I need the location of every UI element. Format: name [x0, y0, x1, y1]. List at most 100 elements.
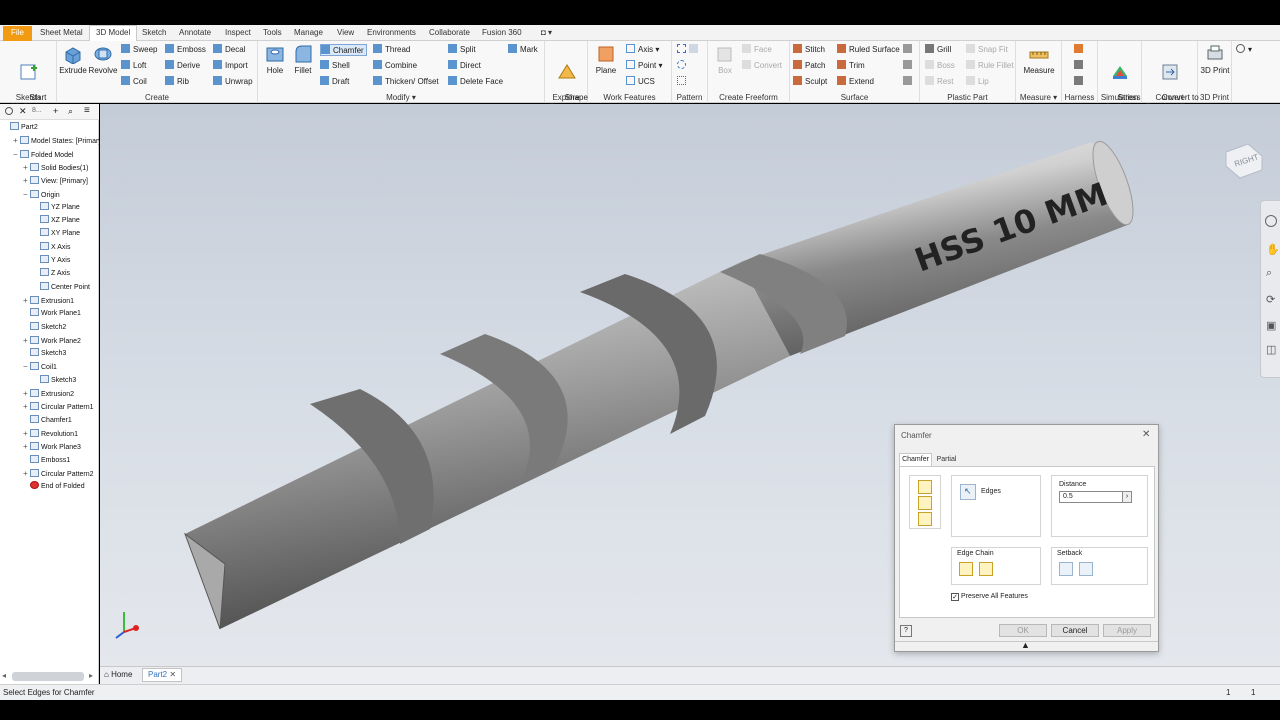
- delete-face-button[interactable]: Delete Face: [448, 76, 503, 88]
- expand-toggle-icon[interactable]: +: [23, 295, 30, 307]
- tab-inspect[interactable]: Inspect: [219, 26, 257, 41]
- preserve-all-features-checkbox[interactable]: ✓: [951, 593, 959, 601]
- expand-toggle-icon[interactable]: +: [23, 388, 30, 400]
- surface-extra-3[interactable]: [903, 76, 915, 88]
- thread-button[interactable]: Thread: [373, 44, 410, 56]
- browser-node[interactable]: + View: [Primary]: [23, 175, 88, 187]
- browser-close-icon[interactable]: ✕: [19, 106, 27, 117]
- single-edge-button[interactable]: [979, 562, 993, 576]
- box-button[interactable]: Box: [712, 44, 738, 75]
- ok-button[interactable]: OK: [999, 624, 1047, 637]
- two-distances-method-button[interactable]: [918, 512, 932, 526]
- dialog-expander[interactable]: ▲: [895, 640, 1158, 651]
- help-icon[interactable]: ?: [900, 625, 912, 637]
- browser-node[interactable]: + Work Plane2: [23, 335, 81, 347]
- decal-button[interactable]: Decal: [213, 44, 245, 56]
- ucs-button[interactable]: UCS: [626, 76, 655, 88]
- split-button[interactable]: Split: [448, 44, 476, 56]
- patch-button[interactable]: Patch: [793, 60, 825, 72]
- tab-collaborate[interactable]: Collaborate: [423, 26, 476, 41]
- derive-button[interactable]: Derive: [165, 60, 200, 72]
- measure-button[interactable]: Measure: [1019, 44, 1059, 75]
- harness-tool-1[interactable]: [1074, 44, 1086, 56]
- rectangular-pattern-button[interactable]: [677, 44, 701, 56]
- browser-node[interactable]: Part2: [3, 122, 38, 134]
- view-face-icon[interactable]: ◫: [1266, 343, 1276, 356]
- scroll-left-icon[interactable]: ◂: [2, 671, 6, 680]
- ruled-surface-button[interactable]: Ruled Surface: [837, 44, 900, 56]
- browser-node[interactable]: Chamfer1: [23, 414, 72, 427]
- mark-button[interactable]: Mark: [508, 44, 538, 56]
- browser-node[interactable]: X Axis: [33, 241, 70, 254]
- ribbon-options-button[interactable]: ◘ ▾: [535, 26, 558, 41]
- expand-toggle-icon[interactable]: +: [23, 441, 30, 453]
- browser-node[interactable]: Sketch3: [23, 348, 66, 360]
- distance-input[interactable]: 0.5: [1059, 491, 1129, 503]
- apply-button[interactable]: Apply: [1103, 624, 1151, 637]
- ribbon-more-button[interactable]: ▾: [1236, 44, 1252, 56]
- distance-angle-method-button[interactable]: [918, 496, 932, 510]
- fillet-button[interactable]: Fillet: [289, 44, 317, 75]
- browser-node[interactable]: Z Axis: [33, 268, 70, 280]
- browser-node[interactable]: Y Axis: [33, 255, 70, 267]
- axis-button[interactable]: Axis ▾: [626, 44, 659, 56]
- distance-method-button[interactable]: [918, 480, 932, 494]
- browser-node[interactable]: XY Plane: [33, 228, 80, 240]
- expand-toggle-icon[interactable]: +: [23, 162, 30, 174]
- extrude-button[interactable]: Extrude: [59, 44, 87, 75]
- browser-node[interactable]: End of Folded: [23, 481, 85, 493]
- tab-manage[interactable]: Manage: [288, 26, 329, 41]
- distance-menu-arrow-icon[interactable]: ›: [1122, 491, 1132, 503]
- search-icon[interactable]: ⌕: [68, 106, 73, 117]
- direct-button[interactable]: Direct: [448, 60, 481, 72]
- browser-node[interactable]: + Model States: [Primary: [13, 135, 102, 147]
- rule-fillet-button[interactable]: Rule Fillet: [966, 60, 1014, 72]
- browser-node[interactable]: + Circular Pattern2: [23, 468, 94, 480]
- plane-button[interactable]: Plane: [590, 44, 622, 75]
- tab-environments[interactable]: Environments: [361, 26, 422, 41]
- expand-toggle-icon[interactable]: +: [23, 175, 30, 187]
- close-tab-icon[interactable]: ✕: [169, 670, 176, 679]
- tab-view[interactable]: View: [331, 26, 360, 41]
- browser-settings-icon[interactable]: [5, 107, 13, 115]
- grill-button[interactable]: Grill: [925, 44, 951, 56]
- rest-button[interactable]: Rest: [925, 76, 953, 88]
- thicken-offset-button[interactable]: Thicken/ Offset: [373, 76, 439, 88]
- tab-3d-model[interactable]: 3D Model: [89, 25, 138, 41]
- circular-pattern-button[interactable]: [677, 60, 689, 72]
- expand-toggle-icon[interactable]: −: [13, 149, 20, 161]
- trim-button[interactable]: Trim: [837, 60, 865, 72]
- tab-sketch[interactable]: Sketch: [136, 26, 172, 41]
- home-tab[interactable]: ⌂ Home: [104, 670, 132, 679]
- setback-on-button[interactable]: [1059, 562, 1073, 576]
- emboss-button[interactable]: Emboss: [165, 44, 206, 56]
- lip-button[interactable]: Lip: [966, 76, 989, 88]
- browser-node[interactable]: Work Plane1: [23, 308, 81, 320]
- tab-chamfer[interactable]: Chamfer: [899, 453, 932, 466]
- surface-extra-1[interactable]: [903, 44, 915, 56]
- browser-node[interactable]: Emboss1: [23, 454, 70, 467]
- look-at-icon[interactable]: ▣: [1266, 319, 1276, 332]
- measure-group-label[interactable]: Measure ▾: [1016, 93, 1061, 102]
- expand-toggle-icon[interactable]: −: [23, 189, 30, 201]
- snap-fit-button[interactable]: Snap Fit: [966, 44, 1008, 56]
- setback-off-button[interactable]: [1079, 562, 1093, 576]
- modify-group-label[interactable]: Modify ▾: [258, 93, 544, 102]
- browser-node[interactable]: Center Point: [33, 281, 90, 294]
- hole-button[interactable]: Hole: [261, 44, 289, 75]
- tab-file[interactable]: File: [3, 26, 32, 41]
- browser-node[interactable]: YZ Plane: [33, 201, 80, 214]
- harness-tool-3[interactable]: [1074, 76, 1086, 88]
- expand-toggle-icon[interactable]: +: [23, 335, 30, 347]
- orbit-icon[interactable]: ⟳: [1266, 293, 1275, 306]
- browser-node[interactable]: + Revolution1: [23, 428, 78, 440]
- browser-tab[interactable]: 8...: [32, 107, 42, 114]
- zoom-icon[interactable]: ⌕: [1266, 267, 1272, 280]
- browser-node[interactable]: Sketch2: [23, 321, 66, 334]
- convert-freeform-button[interactable]: Convert: [742, 60, 782, 72]
- browser-node[interactable]: + Extrusion2: [23, 388, 74, 400]
- browser-node[interactable]: − Origin: [23, 189, 60, 201]
- tab-annotate[interactable]: Annotate: [173, 26, 217, 41]
- face-button[interactable]: Face: [742, 44, 772, 56]
- point-button[interactable]: Point ▾: [626, 60, 662, 72]
